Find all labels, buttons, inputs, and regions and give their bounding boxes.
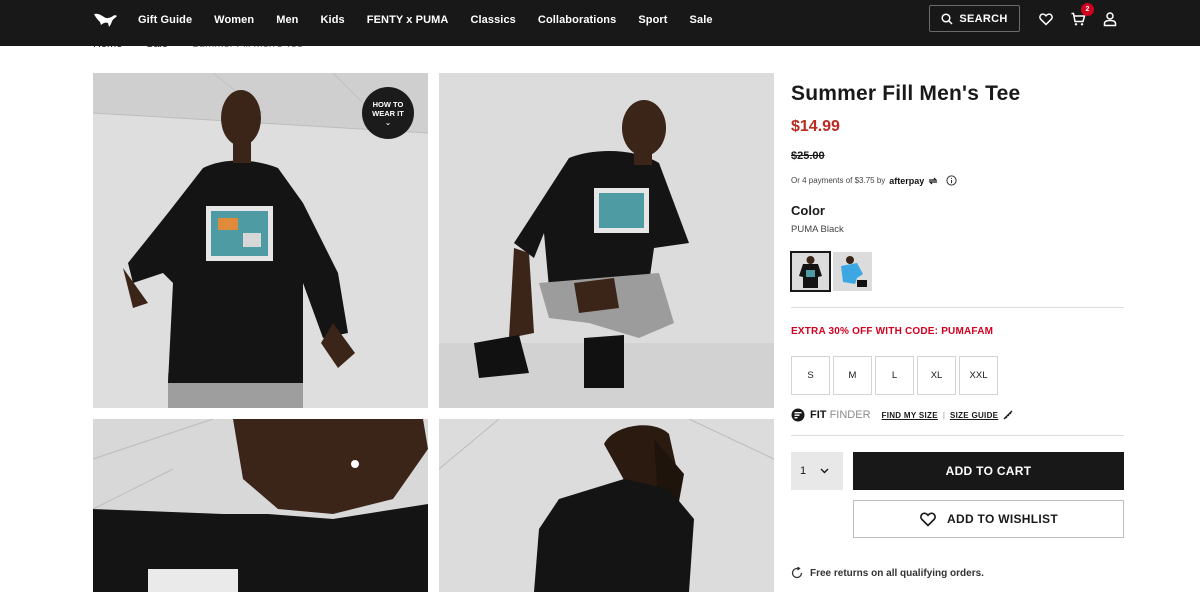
nav-classics[interactable]: Classics bbox=[470, 14, 515, 26]
size-option-xxl[interactable]: XXL bbox=[959, 356, 998, 395]
heart-icon bbox=[920, 512, 936, 527]
how-to-wear-it-button[interactable]: HOW TO WEAR IT ⌄ bbox=[362, 87, 414, 139]
info-icon[interactable] bbox=[946, 175, 957, 186]
free-returns-info: Free returns on all qualifying orders. bbox=[791, 567, 984, 579]
nav-sale[interactable]: Sale bbox=[690, 14, 713, 26]
size-guide-link[interactable]: SIZE GUIDE bbox=[950, 411, 998, 420]
product-image-3[interactable] bbox=[93, 419, 428, 592]
promo-code-message: EXTRA 30% OFF WITH CODE: PUMAFAM bbox=[791, 326, 994, 337]
wear-it-label: WEAR IT bbox=[372, 109, 404, 118]
returns-icon bbox=[791, 567, 803, 579]
search-icon bbox=[941, 12, 953, 25]
afterpay-text: Or 4 payments of $3.75 by bbox=[791, 176, 886, 185]
fit-finder-logo: FIT FINDER bbox=[810, 409, 871, 421]
heart-icon[interactable] bbox=[1038, 11, 1054, 27]
divider bbox=[791, 307, 1124, 308]
product-image-4[interactable] bbox=[439, 419, 774, 592]
color-swatch-blue[interactable] bbox=[833, 252, 872, 291]
cart-count-badge: 2 bbox=[1081, 3, 1094, 16]
add-to-wishlist-button[interactable]: ADD TO WISHLIST bbox=[853, 500, 1124, 538]
nav-men[interactable]: Men bbox=[276, 14, 298, 26]
quantity-select[interactable]: 1 bbox=[791, 452, 843, 490]
sale-price: $14.99 bbox=[791, 118, 840, 135]
product-title: Summer Fill Men's Tee bbox=[791, 82, 1021, 105]
site-header: Gift Guide Women Men Kids FENTY x PUMA C… bbox=[0, 0, 1200, 46]
find-my-size-link[interactable]: FIND MY SIZE bbox=[882, 411, 938, 420]
color-value: PUMA Black bbox=[791, 224, 844, 235]
size-option-s[interactable]: S bbox=[791, 356, 830, 395]
product-image-2[interactable] bbox=[439, 73, 774, 408]
how-to-label: HOW TO bbox=[372, 100, 404, 109]
nav-women[interactable]: Women bbox=[214, 14, 254, 26]
afterpay-info: Or 4 payments of $3.75 by afterpay bbox=[791, 175, 957, 186]
divider bbox=[791, 435, 1124, 436]
fit-finder: FIT FINDER FIND MY SIZE | SIZE GUIDE bbox=[791, 408, 1013, 422]
afterpay-arrows-icon bbox=[928, 177, 938, 184]
nav-gift-guide[interactable]: Gift Guide bbox=[138, 14, 192, 26]
link-separator: | bbox=[942, 410, 945, 420]
nav-sport[interactable]: Sport bbox=[638, 14, 667, 26]
main-nav: Gift Guide Women Men Kids FENTY x PUMA C… bbox=[138, 0, 735, 40]
nav-collaborations[interactable]: Collaborations bbox=[538, 14, 616, 26]
returns-text: Free returns on all qualifying orders. bbox=[810, 567, 984, 579]
quantity-value: 1 bbox=[800, 465, 807, 477]
nav-kids[interactable]: Kids bbox=[321, 14, 345, 26]
color-swatch-black[interactable] bbox=[790, 251, 831, 292]
search-label: SEARCH bbox=[959, 12, 1008, 25]
size-option-m[interactable]: M bbox=[833, 356, 872, 395]
add-to-cart-button[interactable]: ADD TO CART bbox=[853, 452, 1124, 490]
size-option-xl[interactable]: XL bbox=[917, 356, 956, 395]
wishlist-label: ADD TO WISHLIST bbox=[947, 512, 1058, 526]
afterpay-logo: afterpay bbox=[889, 175, 925, 186]
user-icon[interactable] bbox=[1102, 11, 1118, 27]
fit-finder-icon bbox=[791, 408, 805, 422]
ruler-icon bbox=[1003, 410, 1013, 420]
size-selector: S M L XL XXL bbox=[791, 356, 998, 395]
puma-logo[interactable] bbox=[92, 10, 118, 28]
size-option-l[interactable]: L bbox=[875, 356, 914, 395]
nav-fenty-x-puma[interactable]: FENTY x PUMA bbox=[367, 14, 449, 26]
original-price: $25.00 bbox=[791, 150, 825, 162]
color-label: Color bbox=[791, 203, 825, 218]
chevron-down-icon bbox=[820, 468, 829, 474]
chevron-down-icon: ⌄ bbox=[384, 118, 392, 127]
search-button[interactable]: SEARCH bbox=[929, 5, 1020, 32]
